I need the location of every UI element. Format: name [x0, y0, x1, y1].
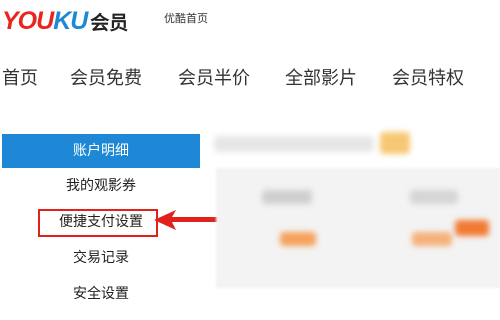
sidebar-item-label: 我的观影券 [66, 178, 136, 194]
sidebar-item-label: 交易记录 [73, 250, 129, 266]
nav-item-member-privileges[interactable]: 会员特权 [392, 62, 464, 96]
logo-you-text: YOU [2, 7, 54, 35]
youku-member-logo[interactable]: YOU KU 会员 [2, 6, 128, 36]
blurred-text [410, 190, 458, 204]
header: YOU KU 会员 优酷首页 [0, 0, 500, 44]
blurred-value [412, 232, 452, 246]
logo-member-text: 会员 [90, 12, 129, 34]
sidebar-item-transaction-records[interactable]: 交易记录 [2, 240, 200, 276]
sidebar-item-label: 账户明细 [73, 143, 129, 159]
annotation-highlight-box [38, 209, 158, 237]
blurred-text [262, 190, 312, 204]
logo-ku-text: KU [53, 7, 88, 35]
sidebar-item-label: 安全设置 [73, 286, 129, 302]
blurred-value [280, 232, 316, 246]
nav-item-home[interactable]: 首页 [2, 62, 38, 96]
blurred-button [455, 220, 489, 236]
blurred-user-info [214, 136, 374, 152]
sidebar-item-security-settings[interactable]: 安全设置 [2, 276, 200, 312]
youku-home-link[interactable]: 优酷首页 [164, 12, 208, 26]
main-nav: 首页 会员免费 会员半价 全部影片 会员特权 [0, 62, 500, 98]
blurred-badge [380, 132, 410, 154]
sidebar-item-my-vouchers[interactable]: 我的观影券 [2, 168, 200, 204]
nav-item-member-half-price[interactable]: 会员半价 [178, 62, 250, 96]
nav-item-all-movies[interactable]: 全部影片 [285, 62, 357, 96]
nav-item-member-free[interactable]: 会员免费 [70, 62, 142, 96]
sidebar-item-account-details[interactable]: 账户明细 [2, 134, 200, 168]
